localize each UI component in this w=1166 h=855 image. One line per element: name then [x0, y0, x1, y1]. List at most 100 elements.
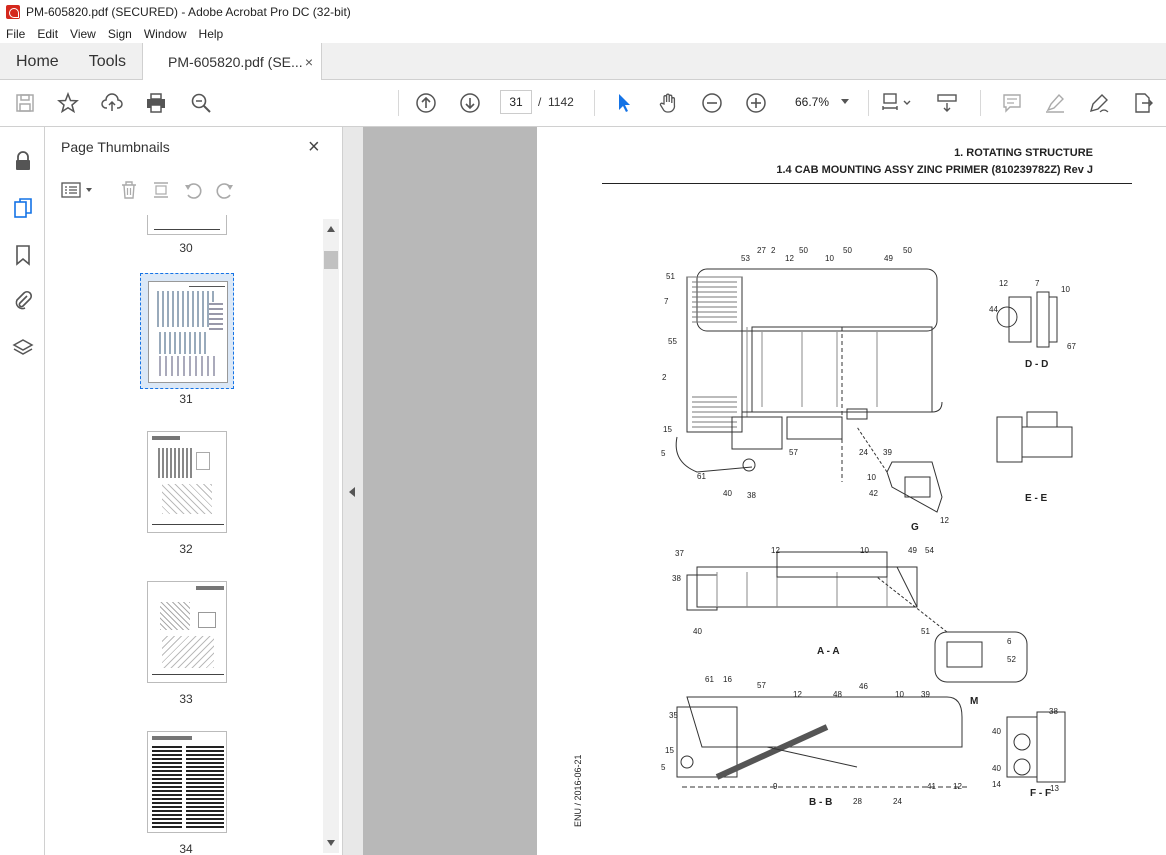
page-total: / 1142 — [538, 95, 574, 109]
menu-edit[interactable]: Edit — [37, 27, 58, 41]
save-icon[interactable] — [13, 91, 37, 115]
thumbnail-page[interactable] — [147, 215, 227, 235]
callout-label: 15 — [665, 746, 674, 755]
callout-label: 12 — [999, 279, 1008, 288]
comment-icon[interactable] — [1000, 91, 1024, 115]
zoom-out-icon[interactable] — [700, 91, 724, 115]
pdf-page: 1. ROTATING STRUCTURE 1.4 CAB MOUNTING A… — [537, 127, 1166, 855]
toolbar-separator — [398, 90, 399, 116]
callout-label: 12 — [793, 690, 802, 699]
callout-label: 38 — [1049, 707, 1058, 716]
tab-home[interactable]: Home — [0, 43, 75, 80]
callout-label: 40 — [992, 764, 1001, 773]
page-fit-icon[interactable] — [880, 91, 914, 115]
bookmark-icon[interactable] — [11, 243, 35, 267]
layers-icon[interactable] — [11, 336, 35, 360]
callout-label: 38 — [747, 491, 756, 500]
scroll-mode-icon[interactable] — [935, 91, 959, 115]
thumbnail-page[interactable] — [147, 731, 227, 833]
select-cursor-icon[interactable] — [612, 91, 636, 115]
thumbnail-label: 33 — [179, 692, 193, 706]
tab-document[interactable]: PM-605820.pdf (SE... × — [142, 43, 323, 81]
menu-file[interactable]: File — [6, 27, 25, 41]
callout-label: 10 — [867, 473, 876, 482]
callout-label: 12 — [940, 516, 949, 525]
callout-label: 53 — [741, 254, 750, 263]
thumbnail-label: 31 — [179, 392, 193, 406]
section-label: M — [970, 696, 979, 707]
technical-drawing — [675, 268, 1073, 788]
callout-label: 41 — [927, 782, 936, 791]
upload-cloud-icon[interactable] — [100, 91, 124, 115]
attachment-icon[interactable] — [11, 288, 35, 312]
callout-label: 57 — [789, 448, 798, 457]
section-label: B - B — [809, 797, 833, 808]
callout-label: 54 — [925, 546, 934, 555]
highlight-icon[interactable] — [1043, 91, 1067, 115]
toolbar-separator — [594, 90, 595, 116]
callout-label: 5 — [661, 763, 666, 772]
callout-label: 40 — [693, 627, 702, 636]
next-page-icon[interactable] — [458, 91, 482, 115]
callout-label: 27 — [757, 246, 766, 255]
scroll-down-icon[interactable] — [326, 839, 336, 847]
section-label: A - A — [817, 646, 840, 657]
acrobat-icon — [6, 5, 20, 19]
scrollbar-thumb[interactable] — [324, 251, 338, 269]
menu-view[interactable]: View — [70, 27, 96, 41]
print-icon[interactable] — [144, 91, 168, 115]
callout-label: 2 — [662, 373, 667, 382]
tab-close-icon[interactable]: × — [305, 54, 313, 70]
panel-close-icon[interactable]: × — [308, 136, 320, 159]
thumbnail-page[interactable] — [147, 581, 227, 683]
collapse-panel-icon[interactable] — [349, 487, 355, 497]
zoom-search-icon[interactable] — [189, 91, 213, 115]
document-view[interactable]: 1. ROTATING STRUCTURE 1.4 CAB MOUNTING A… — [363, 127, 1166, 855]
scroll-up-icon[interactable] — [326, 225, 336, 233]
section-label: F - F — [1030, 788, 1052, 799]
callout-label: 39 — [921, 690, 930, 699]
thumbnail-options-icon[interactable] — [61, 180, 97, 200]
hand-tool-icon[interactable] — [656, 91, 680, 115]
callout-label: 12 — [785, 254, 794, 263]
thumbnail-tools — [61, 179, 235, 201]
menu-help[interactable]: Help — [199, 27, 224, 41]
delete-page-icon[interactable] — [119, 180, 139, 200]
star-icon[interactable] — [56, 91, 80, 115]
panel-splitter[interactable] — [343, 127, 363, 855]
callout-label: 61 — [697, 472, 706, 481]
insert-page-icon[interactable] — [151, 180, 171, 200]
zoom-select[interactable]: 66.7% — [783, 90, 857, 114]
tab-tools[interactable]: Tools — [75, 43, 142, 80]
callout-label: 42 — [869, 489, 878, 498]
lock-icon[interactable] — [11, 149, 35, 173]
thumbnail-scrollbar[interactable] — [323, 219, 339, 853]
callout-label: 16 — [723, 675, 732, 684]
tab-bar: Home Tools PM-605820.pdf (SE... × — [0, 43, 1166, 81]
rotate-right-icon[interactable] — [215, 180, 235, 200]
callout-label: 24 — [859, 448, 868, 457]
page-thumbnails-icon[interactable] — [11, 196, 35, 220]
callout-label: 12 — [953, 782, 962, 791]
zoom-in-icon[interactable] — [744, 91, 768, 115]
page-number-input[interactable]: 31 — [500, 90, 532, 114]
menu-sign[interactable]: Sign — [108, 27, 132, 41]
callout-label: 50 — [843, 246, 852, 255]
thumbnail-selected[interactable] — [140, 273, 234, 389]
menu-bar: File Edit View Sign Window Help — [0, 24, 1166, 43]
sign-pen-icon[interactable] — [1087, 91, 1111, 115]
callout-label: 35 — [669, 711, 678, 720]
thumbnail-page[interactable] — [147, 431, 227, 533]
callout-label: 40 — [992, 727, 1001, 736]
callout-label: 52 — [1007, 655, 1016, 664]
export-pdf-icon[interactable] — [1131, 91, 1155, 115]
toolbar-separator — [980, 90, 981, 116]
menu-window[interactable]: Window — [144, 27, 187, 41]
callout-label: 49 — [884, 254, 893, 263]
previous-page-icon[interactable] — [414, 91, 438, 115]
rotate-left-icon[interactable] — [183, 180, 203, 200]
callout-label: 15 — [663, 425, 672, 434]
section-label: G — [911, 522, 919, 533]
callout-label: 7 — [664, 297, 669, 306]
callout-label: 7 — [1035, 279, 1040, 288]
